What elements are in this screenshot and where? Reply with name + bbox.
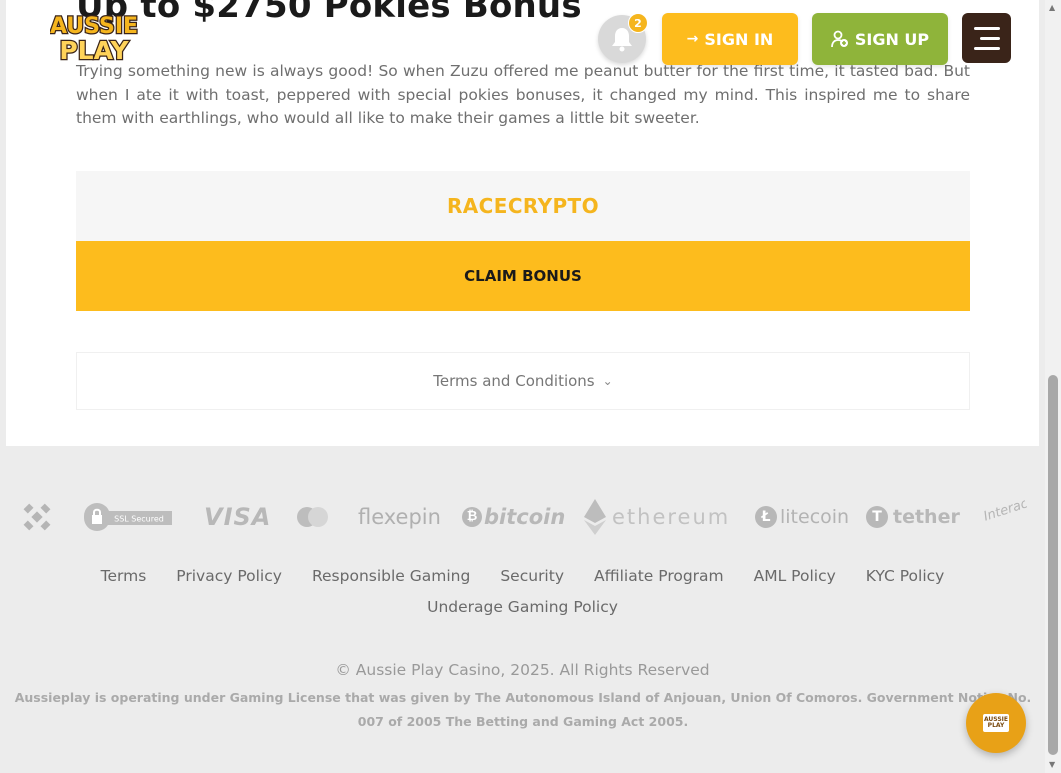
litecoin-logo: Łlitecoin <box>755 494 849 540</box>
scrollbar[interactable]: ▲ ▼ <box>1045 0 1061 773</box>
arrow-right-icon: → <box>686 31 699 47</box>
footer-link-kyc[interactable]: KYC Policy <box>866 567 945 585</box>
flexepin-logo: flexepin <box>358 505 441 529</box>
ssl-secured-badge: SSL Secured <box>84 494 174 540</box>
footer-link-privacy[interactable]: Privacy Policy <box>176 567 282 585</box>
tether-logo: Ttether <box>866 494 960 540</box>
scroll-up-arrow-icon[interactable]: ▲ <box>1049 3 1055 12</box>
ethereum-logo: ethereum <box>584 494 730 540</box>
footer-link-underage[interactable]: Underage Gaming Policy <box>427 598 618 616</box>
scrollbar-thumb[interactable] <box>1048 375 1058 755</box>
logo-line-2: PLAY <box>59 36 129 64</box>
floating-chat-button[interactable]: AUSSIE PLAY <box>966 693 1026 753</box>
sign-in-button[interactable]: → SIGN IN <box>662 13 798 65</box>
bitcoin-logo: ₿ bitcoin <box>462 494 565 540</box>
binance-icon <box>18 494 56 540</box>
mastercard-icon <box>296 494 330 540</box>
aussie-play-mini-logo: AUSSIE PLAY <box>983 714 1009 732</box>
scroll-down-arrow-icon[interactable]: ▼ <box>1049 760 1055 769</box>
claim-bonus-button[interactable]: CLAIM BONUS <box>76 241 970 311</box>
sign-in-label: SIGN IN <box>704 29 774 49</box>
payment-methods: SSL Secured VISA flexepin ₿ bitcoin ether… <box>0 494 1045 540</box>
license-notice: Aussieplay is operating under Gaming Lic… <box>14 690 1032 729</box>
bonus-description: Trying something new is always good! So … <box>76 62 970 127</box>
footer-link-responsible-gaming[interactable]: Responsible Gaming <box>312 567 470 585</box>
page: Up to $2750 Pokies Bonus Trying somethin… <box>0 0 1045 773</box>
footer-link-terms[interactable]: Terms <box>101 567 147 585</box>
sign-up-button[interactable]: SIGN UP <box>812 13 948 65</box>
hamburger-icon-line <box>973 26 1000 30</box>
footer-link-aml[interactable]: AML Policy <box>754 567 836 585</box>
hamburger-icon-line <box>979 36 1000 40</box>
hamburger-icon-line <box>973 46 1000 50</box>
svg-text:SSL Secured: SSL Secured <box>114 515 164 524</box>
terms-conditions-toggle[interactable]: Terms and Conditions ⌄ <box>76 352 970 410</box>
copyright: © Aussie Play Casino, 2025. All Rights R… <box>335 661 710 679</box>
notification-badge: 2 <box>628 13 648 33</box>
interac-logo: Interac <box>981 495 1030 525</box>
footer-links: Terms Privacy Policy Responsible Gaming … <box>0 567 1045 585</box>
promo-code[interactable]: RACECRYPTO <box>447 194 599 218</box>
visa-logo: VISA <box>204 503 272 531</box>
chevron-down-icon: ⌄ <box>602 374 613 388</box>
promo-code-box[interactable]: RACECRYPTO <box>76 171 970 241</box>
user-plus-icon <box>830 30 848 48</box>
menu-button[interactable] <box>962 13 1011 63</box>
bonus-title: Up to $2750 Pokies Bonus <box>76 0 582 26</box>
footer-links-row2: Underage Gaming Policy <box>0 598 1045 616</box>
aussie-play-logo[interactable]: AUSSIE PLAY <box>49 12 140 67</box>
sign-up-label: SIGN UP <box>854 29 930 49</box>
terms-label: Terms and Conditions <box>433 372 595 390</box>
footer-link-security[interactable]: Security <box>500 567 564 585</box>
footer-link-affiliate[interactable]: Affiliate Program <box>594 567 724 585</box>
